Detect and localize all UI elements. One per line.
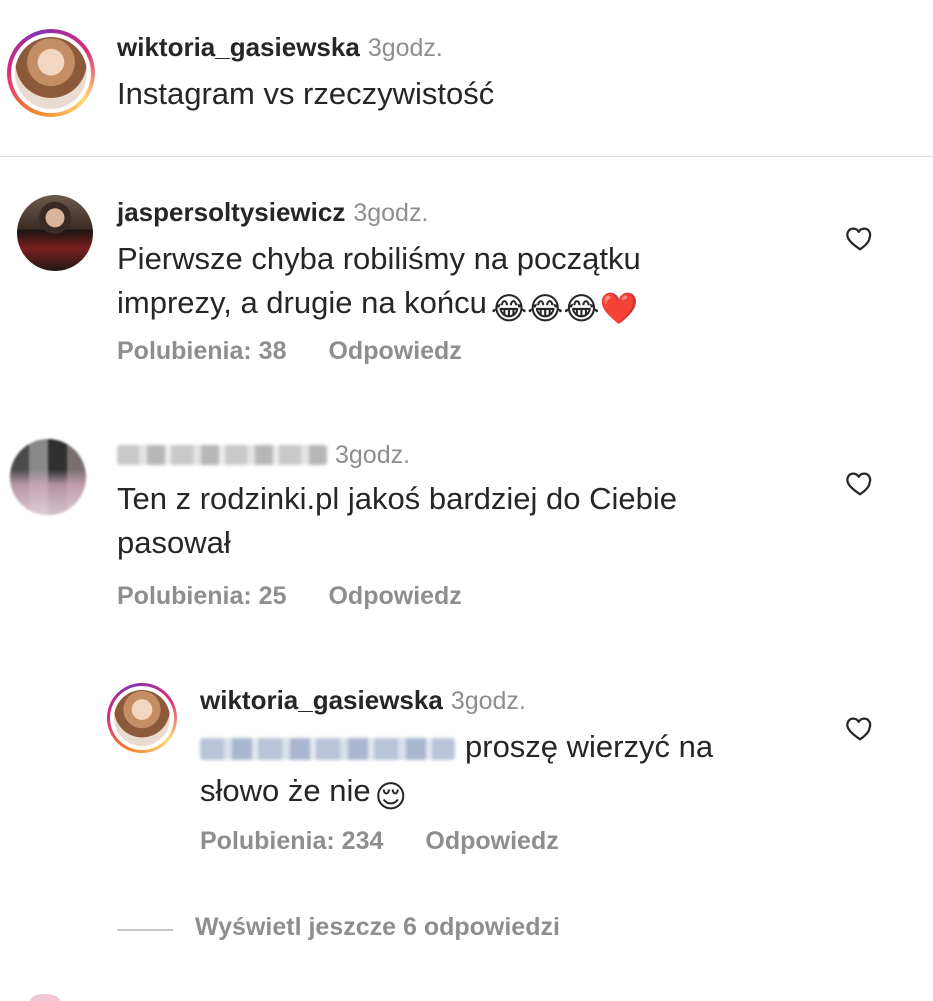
comment-time: 3godz. bbox=[353, 199, 429, 227]
post-caption: wiktoria_gasiewska 3godz. Instagram vs rz… bbox=[0, 0, 933, 157]
like-heart-icon[interactable] bbox=[845, 713, 875, 743]
reply-username[interactable]: wiktoria_gasiewska bbox=[200, 685, 443, 715]
comment-text-line1: Ten z rodzinki.pl jakoś bardziej do Cieb… bbox=[117, 481, 678, 516]
reply-button[interactable]: Odpowiedz bbox=[328, 337, 461, 365]
blurred-username[interactable] bbox=[117, 445, 327, 465]
reply-text-line2-wrap: słowo że nie 😌 bbox=[200, 769, 713, 819]
comment-author-avatar[interactable] bbox=[17, 195, 93, 271]
likes-count[interactable]: Polubienia: 25 bbox=[117, 582, 286, 610]
comment-text-line1: Pierwsze chyba robiliśmy na początku bbox=[117, 241, 641, 276]
next-avatar-peek bbox=[30, 994, 60, 1001]
relieved-face-emoji-icon: 😌 bbox=[374, 779, 407, 814]
comment-jaspersoltysiewicz: jaspersoltysiewicz 3godz. Pierwsze chyba … bbox=[0, 157, 933, 397]
reply-time: 3godz. bbox=[450, 687, 526, 715]
caption-time: 3godz. bbox=[367, 34, 443, 62]
like-heart-icon[interactable] bbox=[845, 468, 875, 498]
comments-page: wiktoria_gasiewska 3godz. Instagram vs rz… bbox=[0, 0, 933, 1001]
reply-text: proszę wierzyć na słowo że nie 😌 bbox=[200, 725, 713, 819]
view-more-replies-button[interactable]: Wyświetl jeszcze 6 odpowiedzi bbox=[195, 913, 560, 942]
laughing-crying-emoji-icon: 😂😂😂❤️ bbox=[490, 291, 639, 326]
caption-author-avatar[interactable] bbox=[7, 29, 95, 117]
comment-meta: Polubienia: 38 Odpowiedz bbox=[117, 337, 462, 366]
like-heart-icon[interactable] bbox=[845, 223, 875, 253]
reply-button[interactable]: Odpowiedz bbox=[425, 827, 558, 855]
view-more-divider bbox=[117, 929, 173, 931]
reply-meta: Polubienia: 234 Odpowiedz bbox=[200, 827, 559, 856]
comment-blurred-user: 3godz. Ten z rodzinki.pl jakoś bardziej … bbox=[0, 397, 933, 647]
comment-text-line2: imprezy, a drugie na końcu bbox=[117, 285, 487, 320]
reply-header: wiktoria_gasiewska 3godz. bbox=[200, 685, 526, 716]
comment-meta: Polubienia: 25 Odpowiedz bbox=[117, 582, 462, 611]
comment-text-line2-wrap: imprezy, a drugie na końcu 😂😂😂❤️ bbox=[117, 281, 641, 331]
comment-text: Ten z rodzinki.pl jakoś bardziej do Cieb… bbox=[117, 477, 677, 565]
caption-header: wiktoria_gasiewska 3godz. bbox=[117, 32, 443, 63]
comment-text: Pierwsze chyba robiliśmy na początku imp… bbox=[117, 237, 641, 331]
reply-wiktoria: wiktoria_gasiewska 3godz. proszę wierzyć … bbox=[0, 647, 933, 887]
likes-count[interactable]: Polubienia: 234 bbox=[200, 827, 383, 855]
comment-text-line2: pasował bbox=[117, 525, 231, 560]
reply-text-line2: słowo że nie bbox=[200, 773, 371, 808]
reply-button[interactable]: Odpowiedz bbox=[328, 582, 461, 610]
reply-author-avatar[interactable] bbox=[107, 683, 177, 753]
comment-header: jaspersoltysiewicz 3godz. bbox=[117, 197, 428, 228]
likes-count[interactable]: Polubienia: 38 bbox=[117, 337, 286, 365]
comment-username[interactable]: jaspersoltysiewicz bbox=[117, 197, 345, 227]
comment-time: 3godz. bbox=[335, 441, 411, 469]
blurred-mention-link[interactable] bbox=[200, 738, 455, 760]
caption-text: Instagram vs rzeczywistość bbox=[117, 76, 495, 111]
reply-text-line1-wrap: proszę wierzyć na bbox=[200, 725, 713, 769]
comment-author-avatar-blurred[interactable] bbox=[10, 439, 86, 515]
reply-text-line1: proszę wierzyć na bbox=[465, 729, 714, 764]
caption-username[interactable]: wiktoria_gasiewska bbox=[117, 32, 360, 62]
comment-header: 3godz. bbox=[117, 441, 410, 470]
